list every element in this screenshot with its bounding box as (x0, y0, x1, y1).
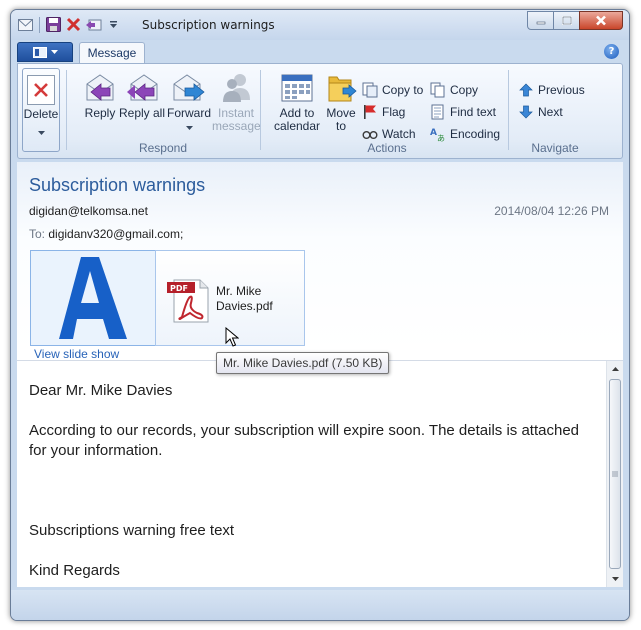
body-paragraph: According to our records, your subscript… (29, 422, 579, 459)
down-arrow-icon (518, 104, 534, 120)
scroll-down-icon[interactable] (607, 571, 623, 587)
message-subject: Subscription warnings (29, 175, 206, 195)
find-text-button[interactable]: Find text (430, 102, 496, 121)
to-label: To: (29, 227, 46, 241)
copy-button[interactable]: Copy (430, 80, 478, 99)
up-arrow-icon (518, 82, 534, 98)
add-to-calendar-button[interactable]: Add to calendar (270, 68, 324, 133)
reply-envelope-icon (83, 70, 117, 104)
forward-dropdown-icon (164, 120, 214, 133)
ribbon-group-respond: Reply Reply all Forward Instant message … (68, 66, 261, 156)
move-to-label: Move to (326, 106, 356, 133)
pdf-name-line1: Mr. Mike (216, 284, 262, 298)
help-icon[interactable]: ? (604, 44, 619, 59)
calendar-icon (280, 70, 314, 104)
forward-button[interactable]: Forward (164, 68, 214, 133)
watch-glasses-icon (362, 126, 378, 142)
qat-dropdown-icon[interactable] (105, 16, 122, 33)
instant-message-icon (219, 70, 253, 104)
instant-message-label: Instant message (212, 106, 261, 133)
move-to-button[interactable]: Move to (324, 68, 358, 133)
tab-message[interactable]: Message (79, 42, 145, 64)
body-greeting: Dear Mr. Mike Davies (29, 382, 173, 399)
scrollbar-thumb[interactable] (609, 379, 621, 569)
encoding-label: Encoding (450, 126, 501, 141)
vertical-scrollbar[interactable] (606, 361, 623, 587)
window-controls (527, 11, 623, 30)
to-address[interactable]: digidanv320@gmail.com; (48, 227, 183, 241)
next-label: Next (538, 104, 563, 119)
body-free-text: Subscriptions warning free text (29, 522, 235, 539)
delete-button[interactable]: Delete (22, 68, 60, 152)
pdf-icon-label: PDF (170, 284, 188, 293)
pdf-attachment-name: Mr. Mike Davies.pdf (216, 284, 296, 314)
forward-label: Forward (166, 106, 211, 120)
folder-move-icon (324, 70, 358, 104)
find-text-label: Find text (450, 104, 497, 119)
delete-label: Delete (23, 107, 59, 121)
instant-message-button[interactable]: Instant message (212, 68, 261, 133)
message-body: Dear Mr. Mike Davies According to our re… (29, 372, 599, 581)
title-bar: Subscription warnings (11, 10, 629, 40)
delete-big-icon (27, 75, 55, 105)
watch-label: Watch (382, 126, 416, 141)
reply-all-envelope-icon (125, 70, 159, 104)
image-attachment-thumbnail[interactable] (30, 250, 156, 346)
close-button[interactable] (579, 11, 623, 30)
flag-icon (362, 104, 378, 120)
copy-to-icon (362, 82, 378, 98)
minimize-button[interactable] (527, 11, 554, 30)
copy-to-label: Copy to (382, 82, 424, 97)
letter-a-image (59, 257, 127, 339)
copy-to-button[interactable]: Copy to (362, 80, 423, 99)
ribbon-tab-row: Message ? (11, 40, 629, 64)
delete-icon[interactable] (65, 16, 82, 33)
navigate-group-label: Navigate (531, 141, 579, 155)
view-slide-show-link[interactable]: View slide show (34, 347, 119, 361)
next-button[interactable]: Next (518, 102, 563, 121)
previous-label: Previous (538, 82, 585, 97)
encoding-icon: Aあ (430, 126, 446, 142)
message-date: 2014/08/04 12:26 PM (494, 204, 609, 218)
window-title: Subscription warnings (142, 18, 275, 32)
message-from[interactable]: digidan@telkomsa.net (29, 204, 148, 218)
add-to-calendar-label: Add to calendar (273, 106, 321, 133)
pdf-name-line2: Davies.pdf (216, 299, 273, 313)
ribbon-group-actions: Add to calendar Move to Copy to Flag Wat… (262, 66, 512, 156)
reply-label: Reply (84, 106, 116, 120)
copy-icon (430, 82, 446, 98)
body-closing: Kind Regards (29, 562, 120, 579)
reading-pane: Subscription warnings digidan@telkomsa.n… (17, 162, 623, 587)
previous-button[interactable]: Previous (518, 80, 585, 99)
forward-envelope-icon (172, 70, 206, 104)
application-menu-button[interactable] (17, 42, 73, 62)
mouse-pointer-icon (225, 326, 240, 350)
reply-icon[interactable] (85, 16, 102, 33)
quick-access-toolbar (17, 16, 122, 33)
actions-group-label: Actions (367, 141, 407, 155)
ribbon-group-navigate: Previous Next Navigate (510, 66, 600, 156)
flag-label: Flag (382, 104, 406, 119)
maximize-button[interactable] (553, 11, 580, 30)
reply-button[interactable]: Reply (76, 68, 124, 120)
ribbon: Delete Reply Reply all Forward Instant m… (17, 63, 623, 159)
mail-window: Subscription warnings Message ? Delete R… (10, 9, 630, 621)
reply-all-label: Reply all (118, 106, 166, 120)
find-text-icon (430, 104, 446, 120)
message-to: To: digidanv320@gmail.com; (29, 227, 183, 241)
status-bar (11, 590, 629, 620)
respond-group-label: Respond (138, 141, 188, 155)
delete-dropdown-icon (23, 125, 59, 138)
svg-text:A: A (430, 128, 437, 138)
scroll-up-icon[interactable] (607, 361, 623, 377)
save-icon[interactable] (45, 16, 62, 33)
mail-app-icon (17, 16, 34, 33)
reply-all-button[interactable]: Reply all (118, 68, 166, 120)
flag-button[interactable]: Flag (362, 102, 405, 121)
ribbon-group-delete: Delete (18, 66, 66, 156)
attachment-tooltip: Mr. Mike Davies.pdf (7.50 KB) (216, 352, 390, 374)
pdf-file-icon: PDF (166, 277, 210, 326)
copy-label: Copy (450, 82, 479, 97)
